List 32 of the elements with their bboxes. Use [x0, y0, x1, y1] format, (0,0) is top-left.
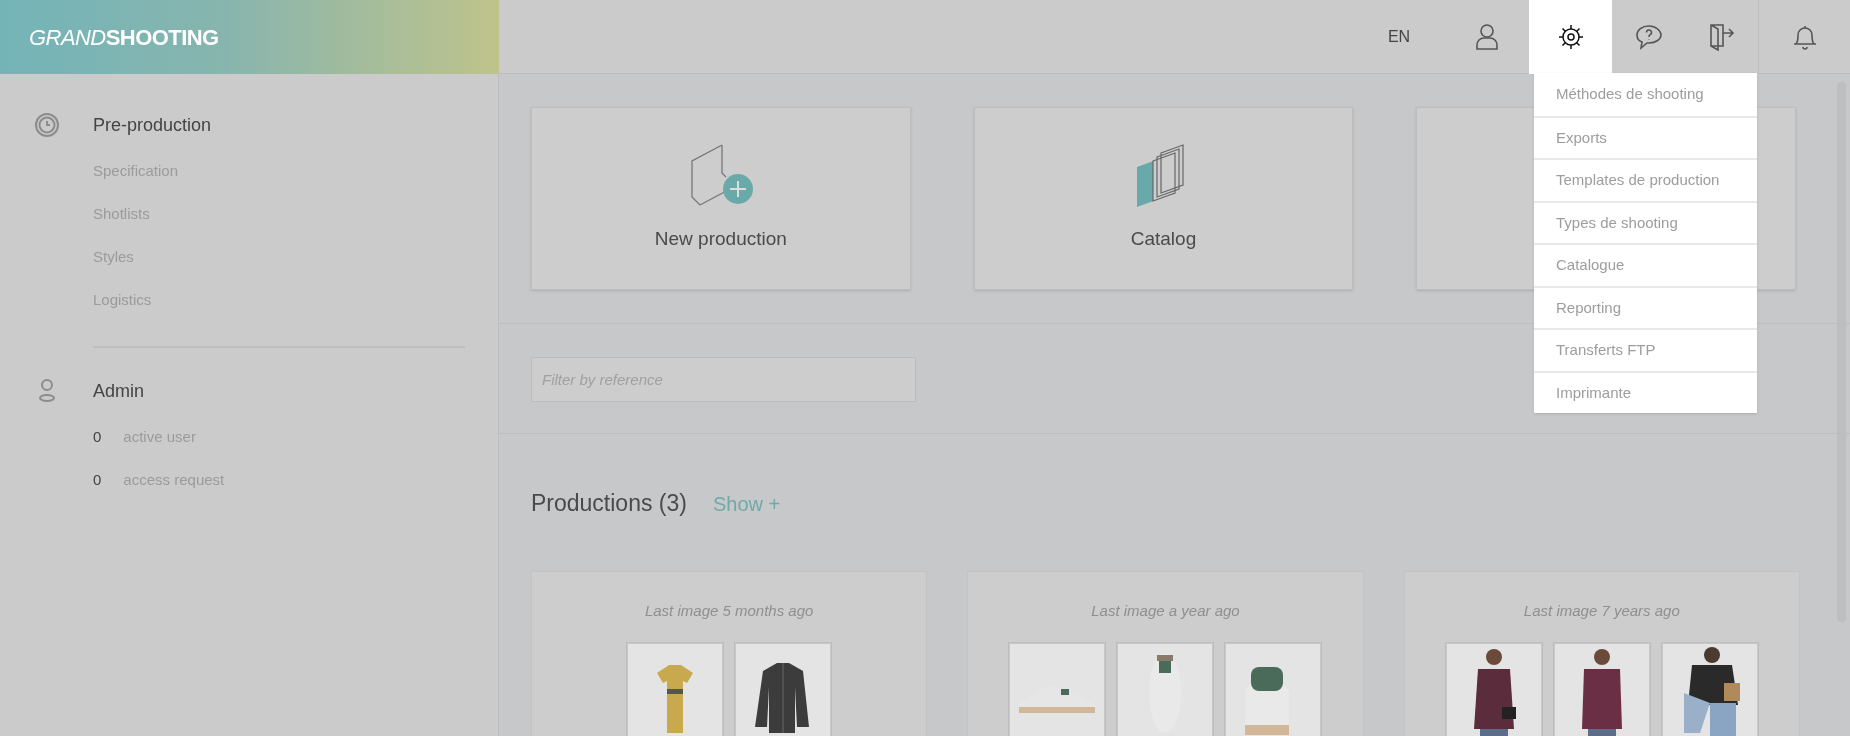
menu-item[interactable]: Transferts FTP	[1534, 328, 1757, 371]
menu-item[interactable]: Exports	[1534, 115, 1757, 158]
production-card[interactable]: Last image 5 months ago	[531, 570, 928, 736]
clock-icon	[33, 112, 60, 138]
person-icon	[37, 379, 56, 403]
last-image-caption: Last image a year ago	[1091, 600, 1240, 621]
count: 0	[93, 470, 102, 491]
help-bubble-icon	[1634, 24, 1663, 50]
sidebar-heading[interactable]: Pre-production	[93, 111, 212, 139]
door-exit-icon	[1708, 23, 1735, 51]
action-card[interactable]: Catalog	[973, 107, 1354, 290]
settings-icon	[1557, 24, 1584, 50]
menu-item[interactable]: Templates de production	[1534, 158, 1757, 201]
section-title: Productions (3)	[531, 489, 687, 518]
menu-item[interactable]: Types de shooting	[1534, 200, 1757, 243]
sidebar-heading[interactable]: Admin	[93, 377, 145, 405]
menu-item[interactable]: Reporting	[1534, 285, 1757, 328]
last-image-caption: Last image 7 years ago	[1523, 600, 1680, 621]
brand-logo[interactable]: GRANDSHOOTING	[29, 20, 219, 54]
language-button[interactable]: EN	[1354, 0, 1444, 74]
production-card[interactable]: Last image 7 years ago	[1403, 570, 1800, 736]
show-more-link[interactable]: Show +	[712, 489, 781, 519]
count: 0	[93, 427, 102, 448]
action-card[interactable]: New production	[531, 107, 911, 290]
settings-button[interactable]	[1529, 0, 1612, 74]
menu-item[interactable]: Catalogue	[1534, 243, 1757, 286]
person-icon	[1475, 24, 1498, 50]
last-image-caption: Last image 5 months ago	[644, 600, 814, 621]
production-card[interactable]: Last image a year ago	[967, 570, 1364, 736]
bell-icon	[1791, 23, 1818, 51]
menu-item[interactable]: Méthodes de shooting	[1534, 73, 1757, 116]
menu-item[interactable]: Imprimante	[1534, 370, 1757, 413]
